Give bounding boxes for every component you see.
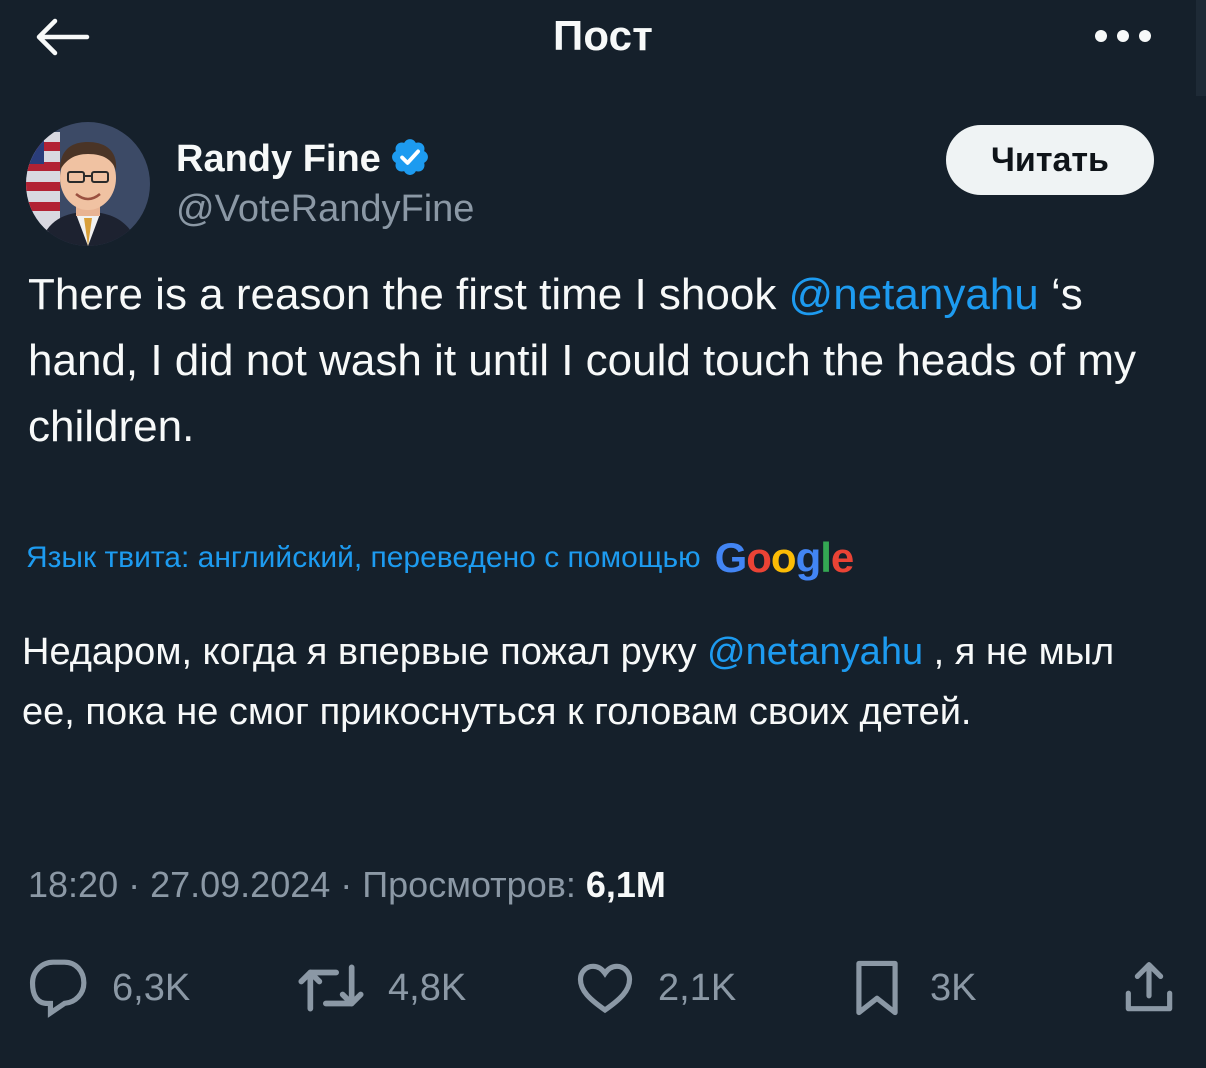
page-title: Пост: [552, 12, 654, 59]
reply-count: 6,3K: [112, 966, 191, 1009]
translated-text: Недаром, когда я впервые пожал руку @net…: [22, 622, 1172, 742]
more-options-button[interactable]: [1088, 18, 1158, 58]
bookmark-button[interactable]: 3K: [846, 950, 976, 1026]
views-label: Просмотров:: [362, 864, 576, 905]
author-name[interactable]: Randy Fine: [176, 138, 381, 181]
tweet-text-part: There is a reason the first time I shook: [28, 270, 789, 319]
translated-text-part: Недаром, когда я впервые пожал руку: [22, 631, 708, 673]
translation-note-label: Язык твита: английский, переведено с пом…: [26, 541, 701, 574]
reply-icon: [28, 957, 90, 1019]
repost-button[interactable]: 4,8K: [296, 950, 466, 1026]
tweet-time[interactable]: 18:20: [28, 864, 118, 905]
mention-link[interactable]: @netanyahu: [789, 270, 1039, 319]
author-name-row[interactable]: Randy Fine: [176, 136, 431, 183]
tweet-meta: 18:20 · 27.09.2024 · Просмотров: 6,1M: [28, 864, 666, 906]
repost-icon: [296, 957, 366, 1019]
mention-link[interactable]: @netanyahu: [707, 631, 923, 673]
heart-icon: [574, 957, 636, 1019]
repost-count: 4,8K: [388, 966, 467, 1009]
meta-separator: ·: [330, 864, 363, 905]
like-button[interactable]: 2,1K: [574, 950, 736, 1026]
google-logo: Google: [714, 534, 855, 581]
scrollbar[interactable]: [1196, 0, 1206, 96]
tweet-text: There is a reason the first time I shook…: [28, 262, 1178, 460]
verified-badge-icon[interactable]: [389, 136, 431, 183]
follow-button[interactable]: Читать: [946, 125, 1154, 195]
views-count: 6,1M: [585, 864, 666, 905]
share-button[interactable]: [1118, 950, 1180, 1026]
reply-button[interactable]: 6,3K: [28, 950, 190, 1026]
bookmark-icon: [846, 956, 908, 1020]
tweet-date[interactable]: 27.09.2024: [150, 864, 330, 905]
avatar[interactable]: [26, 122, 150, 246]
top-bar: Пост: [0, 0, 1206, 78]
tweet-actions: 6,3K 4,8K 2,1K 3K: [0, 950, 1206, 1026]
more-dots-icon: [1093, 29, 1153, 48]
translation-note[interactable]: Язык твита: английский, переведено с пом…: [26, 534, 855, 582]
meta-separator: ·: [118, 864, 151, 905]
author-handle[interactable]: @VoteRandyFine: [176, 188, 474, 231]
bookmark-count: 3K: [930, 966, 977, 1009]
like-count: 2,1K: [658, 966, 737, 1009]
share-icon: [1118, 957, 1180, 1019]
